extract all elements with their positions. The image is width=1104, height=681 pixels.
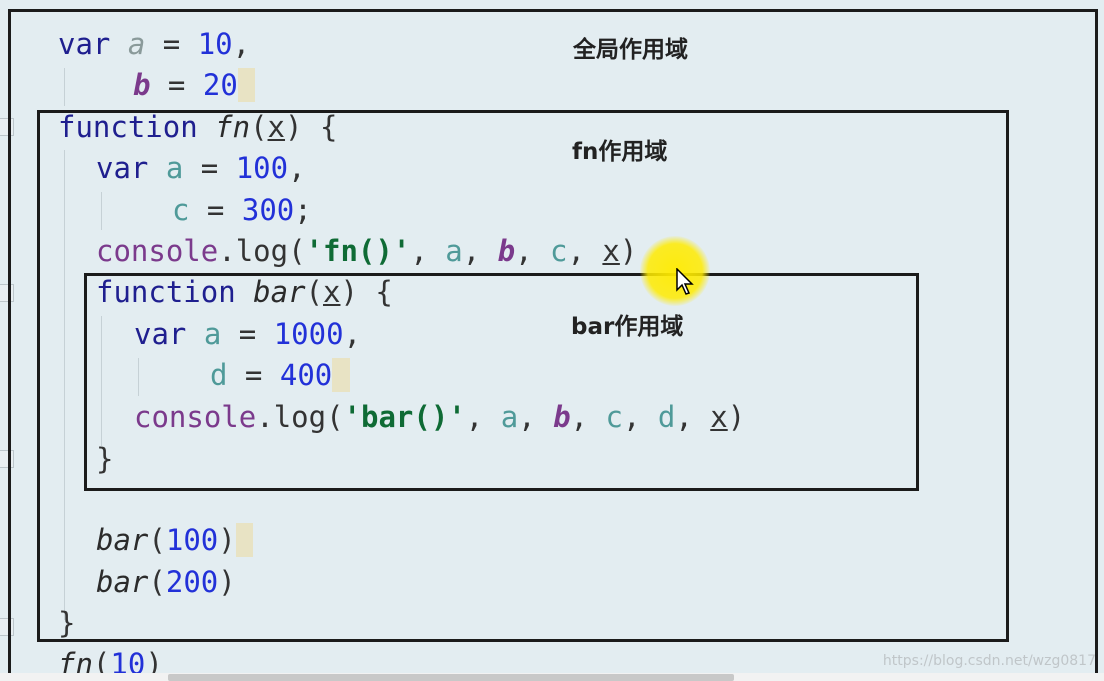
mouse-pointer-icon <box>676 268 694 295</box>
cursor-highlight <box>640 236 710 306</box>
bar-scope-box <box>84 273 919 491</box>
bar-scope-label: bar作用域 <box>571 314 684 340</box>
global-scope-label: 全局作用域 <box>573 37 688 63</box>
code-editor[interactable]: var a = 10, b = 20 function fn(x) { var … <box>0 0 1104 681</box>
fn-scope-label: fn作用域 <box>572 139 668 165</box>
watermark: https://blog.csdn.net/wzg0817 <box>882 653 1096 669</box>
scrollbar-thumb[interactable] <box>168 674 734 681</box>
